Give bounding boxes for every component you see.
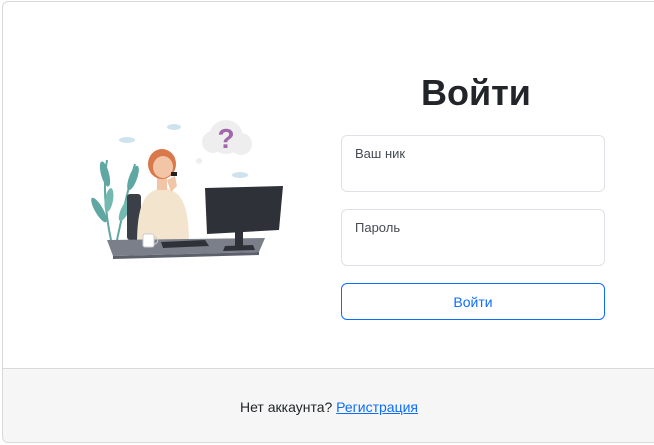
cloud-icon [119, 137, 135, 143]
login-card: ? Войти Ваш ник Пароль Войти Нет аккаунт… [2, 1, 654, 443]
nickname-label: Ваш ник [355, 146, 406, 161]
register-link[interactable]: Регистрация [336, 399, 418, 415]
nickname-field[interactable]: Ваш ник [341, 135, 605, 192]
register-prompt: Нет аккаунта? Регистрация [3, 399, 654, 415]
question-mark-icon: ? [217, 123, 234, 154]
password-field[interactable]: Пароль [341, 209, 605, 266]
page-title: Войти [421, 72, 531, 113]
no-account-text: Нет аккаунта? [240, 399, 333, 415]
person-at-computer-illustration: ? [91, 120, 283, 259]
nickname-input[interactable] [354, 165, 592, 185]
password-label: Пароль [355, 220, 401, 235]
login-button[interactable]: Войти [341, 283, 605, 320]
footer: Нет аккаунта? Регистрация [3, 368, 654, 442]
password-input[interactable] [354, 239, 592, 259]
